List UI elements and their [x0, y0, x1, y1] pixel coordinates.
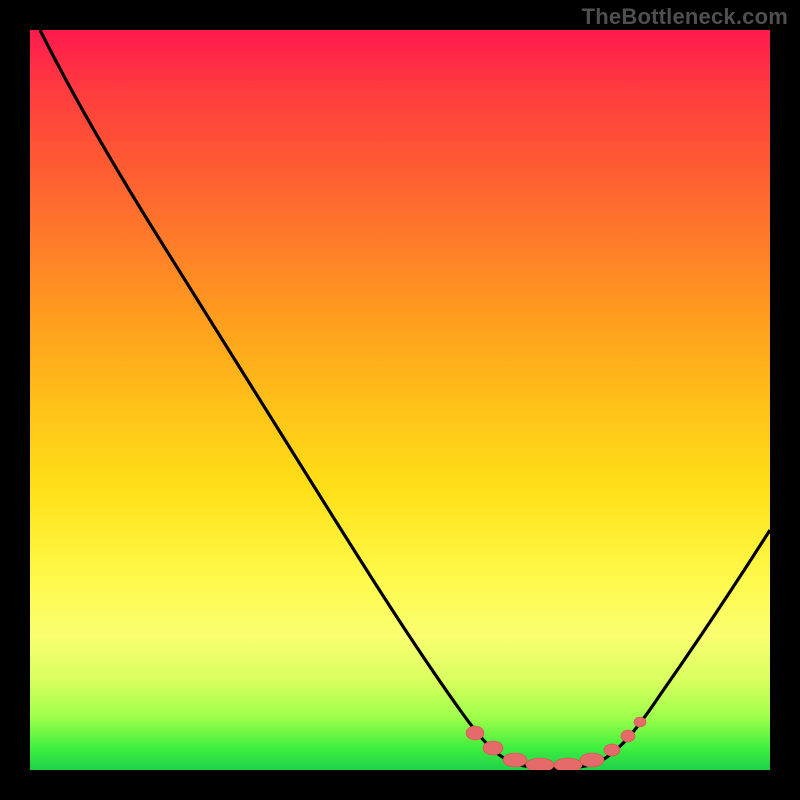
curve-layer — [30, 30, 770, 770]
marker-dot — [580, 753, 604, 767]
chart-frame: TheBottleneck.com — [0, 0, 800, 800]
marker-dot — [554, 758, 582, 770]
bottleneck-curve-line — [40, 30, 770, 769]
marker-dot — [466, 726, 484, 740]
marker-dot — [634, 717, 646, 727]
plot-area — [30, 30, 770, 770]
marker-dot — [483, 741, 503, 755]
marker-dot — [503, 753, 527, 767]
bottom-marker-group — [466, 717, 646, 770]
marker-dot — [604, 744, 620, 756]
watermark-text: TheBottleneck.com — [582, 4, 788, 30]
marker-dot — [621, 730, 635, 742]
marker-dot — [526, 758, 554, 770]
